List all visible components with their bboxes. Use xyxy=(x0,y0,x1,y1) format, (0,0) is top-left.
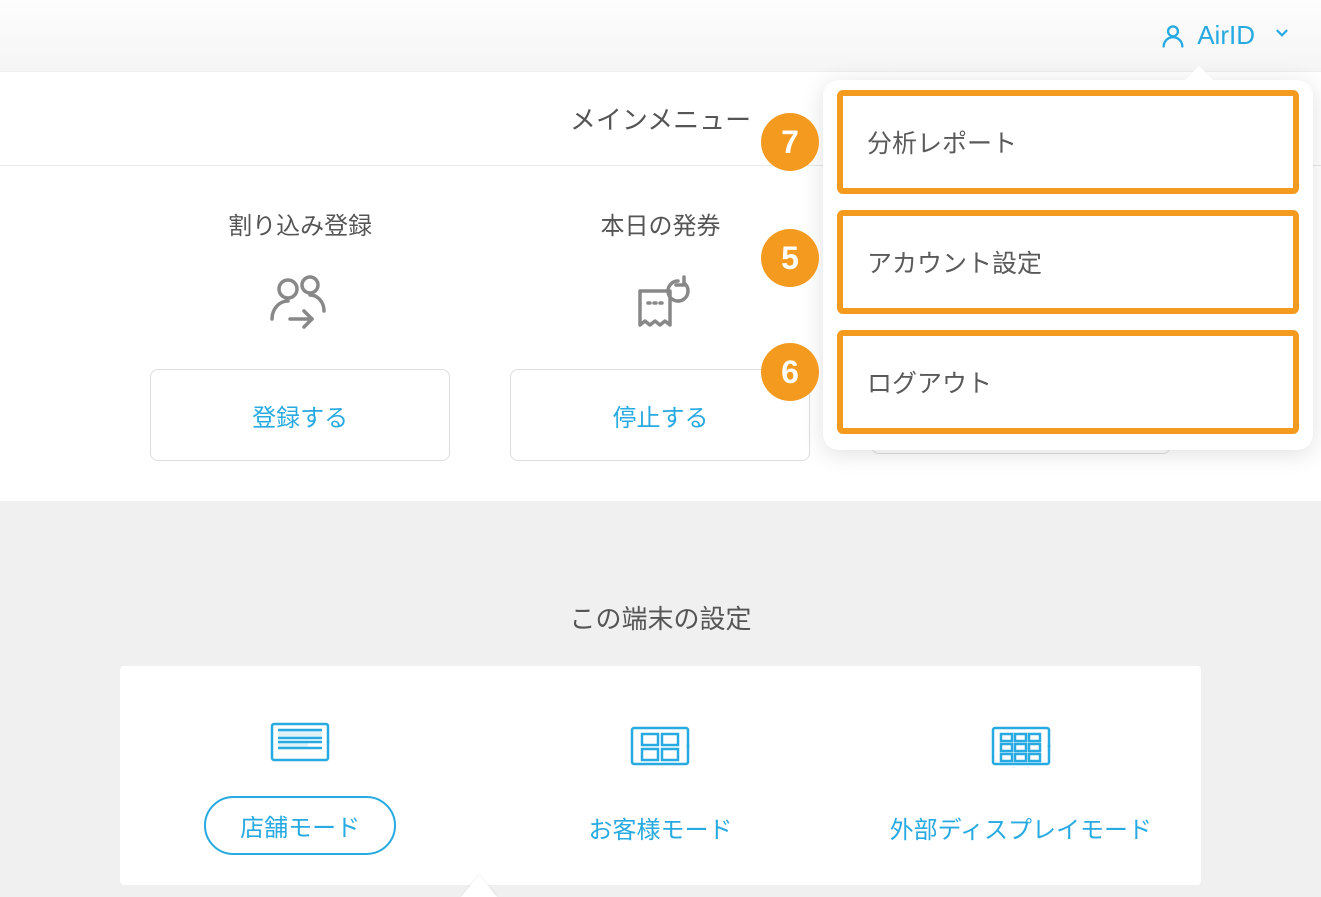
chevron-down-icon xyxy=(1273,24,1291,47)
mode-label: お客様モード xyxy=(480,800,840,855)
device-settings-section: この端末の設定 店舗モード xyxy=(0,599,1321,885)
header: AirID xyxy=(0,0,1321,72)
user-icon xyxy=(1159,22,1187,50)
mode-store[interactable]: 店舗モード xyxy=(120,714,480,855)
mode-pointer-icon xyxy=(461,875,497,897)
register-button[interactable]: 登録する xyxy=(150,369,450,461)
device-panel: 店舗モード お客様モード xyxy=(120,666,1201,885)
annotation-badge: 5 xyxy=(761,229,819,287)
dropdown-item-account-settings[interactable]: アカウント設定 xyxy=(837,210,1299,314)
annotation-badge: 6 xyxy=(761,343,819,401)
dropdown-item-analytics[interactable]: 分析レポート xyxy=(837,90,1299,194)
user-dropdown-menu: 分析レポート アカウント設定 ログアウト xyxy=(823,80,1313,450)
user-label: AirID xyxy=(1197,20,1255,51)
mode-label: 店舗モード xyxy=(204,796,396,855)
mode-customer[interactable]: お客様モード xyxy=(480,718,840,855)
customer-mode-icon xyxy=(480,718,840,774)
user-menu[interactable]: AirID xyxy=(1159,20,1291,51)
people-swap-icon xyxy=(120,261,480,349)
dropdown-item-logout[interactable]: ログアウト xyxy=(837,330,1299,434)
mode-external-display[interactable]: 外部ディスプレイモード xyxy=(841,718,1201,855)
card-title: 割り込み登録 xyxy=(120,206,480,241)
store-mode-icon xyxy=(120,714,480,770)
device-settings-title: この端末の設定 xyxy=(0,599,1321,636)
card-interrupt-register: 割り込み登録 登録する xyxy=(120,206,480,461)
external-display-mode-icon xyxy=(841,718,1201,774)
annotation-badge: 7 xyxy=(761,113,819,171)
mode-row: 店舗モード お客様モード xyxy=(120,666,1201,885)
mode-label: 外部ディスプレイモード xyxy=(841,800,1201,855)
